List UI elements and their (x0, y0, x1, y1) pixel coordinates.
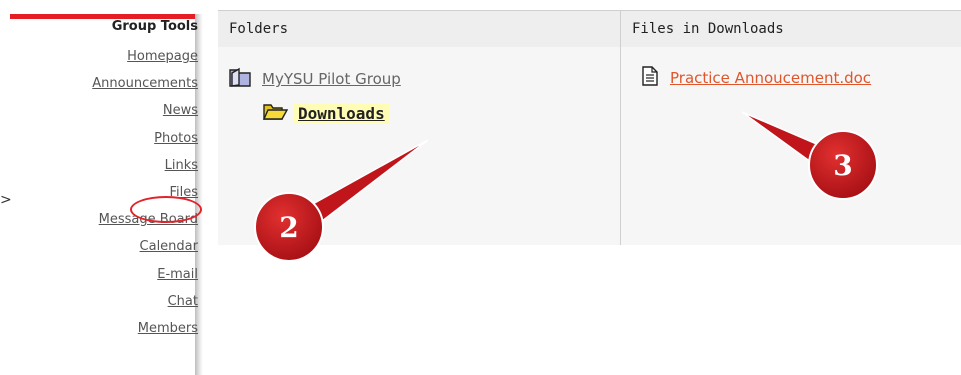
callout-2-number: 2 (279, 211, 298, 244)
callout-3-number: 3 (833, 149, 852, 182)
annotation-layer: 2 3 (254, 111, 878, 262)
